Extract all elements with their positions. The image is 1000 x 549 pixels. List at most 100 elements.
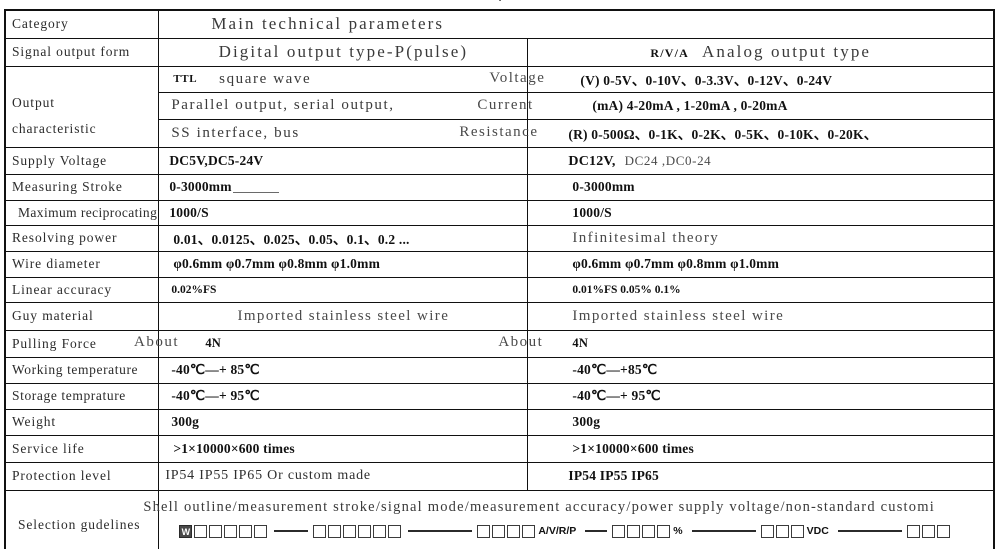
value-supply-voltage-analog: DC12V, DC24 ,DC0-24	[528, 152, 993, 170]
cell-row-digital: >1×10000×600 times	[158, 434, 529, 463]
code-box[interactable]	[507, 524, 521, 538]
table-row: Service life >1×10000×600 times >1×10000…	[4, 434, 995, 463]
cell-row-label: Supply Voltage	[4, 146, 160, 175]
cell-row-digital: IP54 IP55 IP65 Or custom made	[158, 461, 529, 491]
value-linear-accuracy-analog: 0.01%FS 0.05% 0.1%	[572, 283, 681, 296]
digital-line-3-text: SS interface, bus	[171, 124, 300, 141]
code-separator-dash	[837, 530, 902, 532]
code-box[interactable]	[760, 524, 774, 538]
code-unit-voltage: VDC	[806, 525, 829, 537]
cell-row-label: Pulling Force About	[4, 329, 178, 358]
code-box[interactable]	[209, 524, 223, 538]
code-box[interactable]	[328, 524, 342, 538]
table-row: Weight 300g 300g	[4, 408, 995, 436]
cell-row-analog: >1×10000×600 times	[527, 434, 995, 463]
code-box[interactable]	[254, 524, 268, 538]
table-row: Measuring Stroke 0-3000mm 0-3000mm	[4, 173, 995, 201]
cell-signal-label: Signal output form	[4, 37, 160, 67]
value-wire-diameter-analog: φ0.6mm φ0.7mm φ0.8mm φ1.0mm	[572, 256, 780, 271]
cell-row-label: Storage temprature	[4, 382, 160, 410]
output-characteristic-label-block: Output characteristic	[6, 72, 158, 142]
cell-row-digital: 0-3000mm	[158, 173, 529, 201]
table-row-selection-guidelines: Selection gudelines Shell outline/measur…	[4, 489, 995, 549]
value-protection-level-analog: IP54 IP55 IP65	[568, 468, 659, 483]
cell-main-parameters: Main technical parameters	[158, 9, 995, 39]
spec-sheet: · Category Main technical parameters Sig…	[0, 0, 1000, 549]
analog-line-1-text: (V) 0-5V、0-10V、0-3.3V、0-12V、0-24V	[580, 73, 833, 88]
cell-row-label: Resolving power	[4, 224, 160, 252]
cell-row-analog: IP54 IP55 IP65	[527, 461, 995, 491]
analog-output-type-title: Analog output type	[702, 42, 872, 61]
cell-row-analog: Infinitesimal theory	[527, 224, 995, 252]
supply-voltage-analog-bold: DC12V,	[568, 153, 616, 169]
value-resolving-power-digital: 0.01、0.0125、0.025、0.05、0.1、0.2 ...	[173, 232, 410, 247]
row-label-service-life: Service life	[12, 440, 85, 456]
code-box[interactable]	[921, 524, 935, 538]
value-maximum-reciprocating-analog: 1000/S	[572, 204, 612, 220]
cell-row-analog: 4N	[527, 329, 995, 358]
value-wire-diameter-digital: φ0.6mm φ0.7mm φ0.8mm φ1.0mm	[173, 256, 381, 271]
code-box[interactable]	[936, 524, 950, 538]
caption-fragment: ·	[0, 0, 1000, 2]
code-box[interactable]	[239, 524, 253, 538]
signal-output-form-label: Signal output form	[12, 44, 131, 59]
table-row-output-characteristic: Output characteristic TTL square wave Pa…	[4, 65, 995, 148]
table-row: Linear accuracy 0.02%FS 0.01%FS 0.05% 0.…	[4, 276, 995, 303]
code-box[interactable]	[313, 524, 327, 538]
code-separator-dash	[408, 530, 473, 532]
analog-line-2-text: (mA) 4-20mA , 1-20mA , 0-20mA	[592, 97, 788, 113]
cell-row-digital: 0.02%FS	[158, 276, 529, 303]
cell-row-digital: φ0.6mm φ0.7mm φ0.8mm φ1.0mm	[158, 250, 529, 278]
voltage-float-label: Voltage	[489, 69, 546, 86]
value-service-life-digital: >1×10000×600 times	[173, 440, 295, 456]
analog-rva-prefix: R/V/A	[650, 46, 689, 60]
row-label-storage-temprature: Storage temprature	[12, 388, 126, 403]
row-label-weight: Weight	[12, 414, 57, 429]
code-box[interactable]	[642, 524, 656, 538]
cell-output-characteristic-analog: (V) 0-5V、0-10V、0-3.3V、0-12V、0-24V (mA) 4…	[527, 65, 995, 148]
code-box-prefix-w[interactable]: W	[179, 524, 193, 538]
code-box[interactable]	[657, 524, 671, 538]
code-box[interactable]	[477, 524, 491, 538]
row-label-working-temperature: Working temperature	[12, 362, 139, 377]
code-box[interactable]	[492, 524, 506, 538]
code-box[interactable]	[373, 524, 387, 538]
selection-guidelines-wrapper: Shell outline/measurement stroke/signal …	[143, 491, 993, 549]
table-row: Resolving power 0.01、0.0125、0.025、0.05、0…	[4, 224, 995, 252]
value-storage-temprature-digital: -40℃—+ 95℃	[171, 388, 260, 403]
category-label: Category	[12, 16, 69, 32]
pulling-force-about-digital: About	[134, 333, 179, 350]
cell-category-label: Category	[4, 9, 160, 39]
code-box[interactable]	[906, 524, 920, 538]
cell-row-label: Measuring Stroke	[4, 173, 160, 201]
value-working-temperature-analog: -40℃—+85℃	[572, 362, 658, 377]
digital-line-2: Parallel output, serial output,	[159, 93, 528, 120]
table-row-signal-output-form: Signal output form Digital output type-P…	[4, 37, 995, 67]
digital-line-1-text: square wave	[219, 70, 312, 87]
code-box[interactable]	[522, 524, 536, 538]
cell-row-digital: -40℃—+ 85℃	[158, 356, 529, 384]
code-box[interactable]	[358, 524, 372, 538]
cell-row-analog: 1000/S	[527, 199, 995, 226]
code-box[interactable]	[775, 524, 789, 538]
cell-row-digital: DC5V,DC5-24V	[158, 146, 529, 175]
cell-selection-content: Shell outline/measurement stroke/signal …	[143, 489, 995, 549]
ttl-prefix-label: TTL	[173, 73, 198, 85]
code-box[interactable]	[612, 524, 626, 538]
value-measuring-stroke-analog: 0-3000mm	[572, 179, 635, 194]
code-box[interactable]	[388, 524, 402, 538]
code-box[interactable]	[194, 524, 208, 538]
cell-row-digital: 1000/S	[158, 199, 529, 226]
pulling-force-about-analog: About	[498, 333, 544, 350]
value-guy-material-analog: Imported stainless steel wire	[572, 307, 785, 324]
selection-guidelines-text: Shell outline/measurement stroke/signal …	[143, 498, 935, 515]
value-resolving-power-analog: Infinitesimal theory	[572, 229, 720, 246]
code-box[interactable]	[343, 524, 357, 538]
cell-row-analog: 0-3000mm	[527, 173, 995, 201]
code-box[interactable]	[790, 524, 804, 538]
cell-row-analog: φ0.6mm φ0.7mm φ0.8mm φ1.0mm	[527, 250, 995, 278]
code-box[interactable]	[627, 524, 641, 538]
table-row: Wire diameter φ0.6mm φ0.7mm φ0.8mm φ1.0m…	[4, 250, 995, 278]
code-box[interactable]	[224, 524, 238, 538]
row-label-wire-diameter: Wire diameter	[12, 256, 101, 271]
